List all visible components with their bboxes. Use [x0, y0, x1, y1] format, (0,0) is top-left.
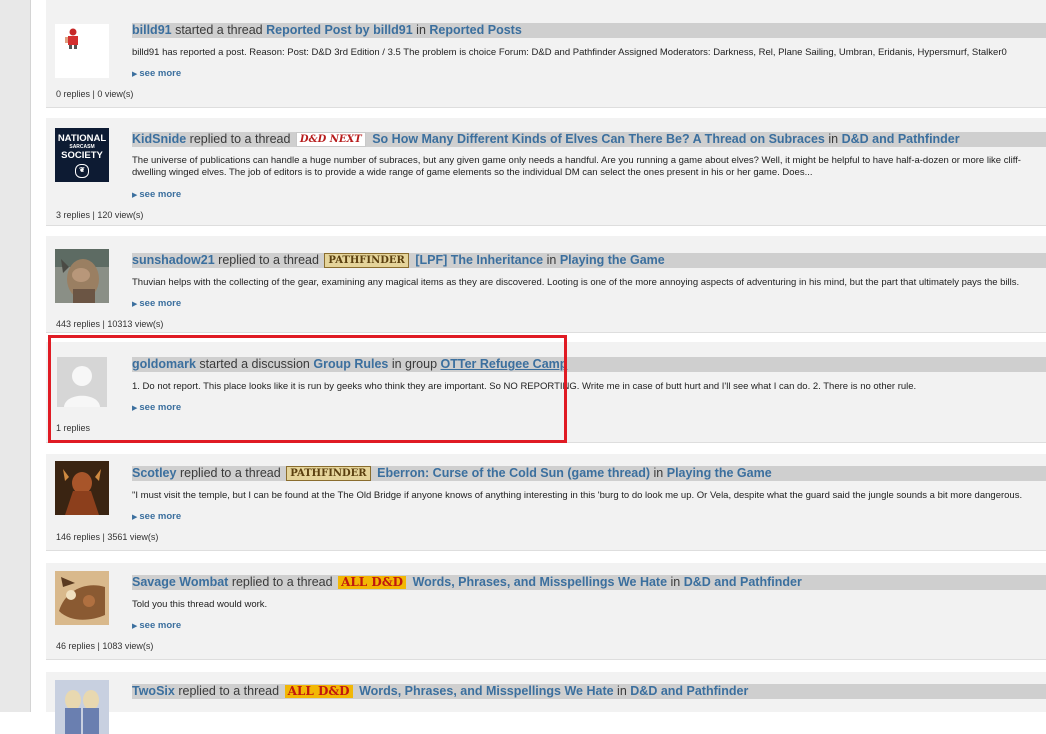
post-snippet: Thuvian helps with the collecting of the… — [132, 277, 1020, 288]
avatar-scotley[interactable] — [55, 461, 109, 515]
group-link[interactable]: OTTer Refugee Camp — [441, 357, 568, 371]
user-link[interactable]: Scotley — [132, 466, 176, 480]
avatar-twosix[interactable] — [55, 680, 109, 734]
activity-item: Scotley replied to a thread PATHFINDER E… — [46, 454, 1046, 551]
reply-view-stats: 443 replies | 10313 view(s) — [56, 319, 164, 329]
activity-stream: billd91 started a thread Reported Post b… — [46, 0, 1046, 734]
post-snippet: The universe of publications can handle … — [132, 155, 1021, 178]
user-link[interactable]: Savage Wombat — [132, 575, 228, 589]
activity-header: TwoSix replied to a thread ALL D&D Words… — [132, 684, 1046, 699]
prefix-badge-all-dnd: ALL D&D — [338, 576, 407, 590]
avatar-default[interactable] — [57, 357, 107, 407]
thread-title-link[interactable]: [LPF] The Inheritance — [415, 253, 543, 267]
user-link[interactable]: billd91 — [132, 23, 172, 37]
activity-header: billd91 started a thread Reported Post b… — [132, 23, 1046, 38]
activity-header: Savage Wombat replied to a thread ALL D&… — [132, 575, 1046, 590]
avatar-billd91[interactable] — [55, 24, 109, 78]
triangle-right-icon: ▶ — [132, 514, 138, 521]
activity-header: KidSnide replied to a thread D&D NEXT So… — [132, 132, 1046, 147]
emblem-icon: ❦ — [75, 164, 89, 178]
triangle-right-icon: ▶ — [132, 405, 138, 412]
left-rail-border — [30, 0, 31, 712]
avatar-sunshadow21[interactable] — [55, 249, 109, 303]
prefix-badge-all-dnd: ALL D&D — [284, 685, 353, 699]
post-snippet: "I must visit the temple, but I can be f… — [132, 490, 1023, 501]
see-more-link[interactable]: ▶ see more — [132, 68, 181, 79]
activity-item: Savage Wombat replied to a thread ALL D&… — [46, 563, 1046, 660]
in-text: in — [670, 575, 681, 589]
post-snippet: Told you this thread would work. — [132, 599, 268, 610]
see-more-link[interactable]: ▶ see more — [132, 620, 181, 631]
reply-view-stats: 0 replies | 0 view(s) — [56, 89, 134, 99]
triangle-right-icon: ▶ — [132, 623, 138, 630]
action-text: replied to a thread — [189, 132, 291, 146]
forum-link[interactable]: D&D and Pathfinder — [630, 684, 748, 698]
forum-link[interactable]: Playing the Game — [560, 253, 665, 267]
activity-item: billd91 started a thread Reported Post b… — [46, 0, 1046, 108]
reply-view-stats: 46 replies | 1083 view(s) — [56, 641, 154, 651]
thread-title-link[interactable]: Eberron: Curse of the Cold Sun (game thr… — [377, 466, 650, 480]
activity-header: goldomark started a discussion Group Rul… — [132, 357, 1046, 372]
action-text: replied to a thread — [178, 684, 280, 698]
reply-view-stats: 146 replies | 3561 view(s) — [56, 532, 159, 542]
thread-title-link[interactable]: Words, Phrases, and Misspellings We Hate — [359, 684, 613, 698]
left-rail — [0, 0, 30, 712]
in-text: in — [653, 466, 664, 480]
forum-link[interactable]: Playing the Game — [667, 466, 772, 480]
see-more-link[interactable]: ▶ see more — [132, 511, 181, 522]
thread-title-link[interactable]: So How Many Different Kinds of Elves Can… — [372, 132, 825, 146]
triangle-right-icon: ▶ — [132, 301, 138, 308]
action-text: started a thread — [175, 23, 263, 37]
action-text: replied to a thread — [179, 466, 281, 480]
thread-title-link[interactable]: Words, Phrases, and Misspellings We Hate — [413, 575, 667, 589]
triangle-right-icon: ▶ — [132, 192, 138, 199]
in-text: in — [617, 684, 627, 698]
forum-link[interactable]: Reported Posts — [429, 23, 521, 37]
avatar-savage-wombat[interactable] — [55, 571, 109, 625]
prefix-badge-pathfinder: PATHFINDER — [286, 466, 371, 481]
activity-header: sunshadow21 replied to a thread PATHFIND… — [132, 253, 1046, 268]
in-group-text: in group — [391, 357, 438, 371]
activity-item: sunshadow21 replied to a thread PATHFIND… — [46, 236, 1046, 333]
activity-item: TwoSix replied to a thread ALL D&D Words… — [46, 672, 1046, 734]
activity-item: NATIONAL SARCASM SOCIETY ❦ KidSnide repl… — [46, 118, 1046, 226]
reply-stats: 1 replies — [56, 423, 91, 433]
post-snippet: billd91 has reported a post. Reason: Pos… — [132, 47, 1007, 58]
activity-header: Scotley replied to a thread PATHFINDER E… — [132, 466, 1046, 481]
prefix-badge-pathfinder: PATHFINDER — [324, 253, 409, 268]
action-text: replied to a thread — [218, 253, 319, 267]
see-more-link[interactable]: ▶ see more — [132, 189, 181, 200]
discussion-title-link[interactable]: Group Rules — [313, 357, 388, 371]
reply-view-stats: 3 replies | 120 view(s) — [56, 210, 144, 220]
forum-link[interactable]: D&D and Pathfinder — [684, 575, 802, 589]
thread-title-link[interactable]: Reported Post by billd91 — [266, 23, 413, 37]
in-text: in — [416, 23, 426, 37]
user-link[interactable]: TwoSix — [132, 684, 175, 698]
avatar-kidsnide[interactable]: NATIONAL SARCASM SOCIETY ❦ — [55, 128, 109, 182]
activity-item: goldomark started a discussion Group Rul… — [46, 342, 1046, 443]
triangle-right-icon: ▶ — [132, 71, 138, 78]
forum-link[interactable]: D&D and Pathfinder — [842, 132, 960, 146]
user-link[interactable]: sunshadow21 — [132, 253, 215, 267]
prefix-badge-dnd-next: D&D NEXT — [295, 132, 366, 147]
user-link[interactable]: goldomark — [132, 357, 196, 371]
action-text: replied to a thread — [231, 575, 333, 589]
in-text: in — [828, 132, 839, 146]
user-link[interactable]: KidSnide — [132, 132, 186, 146]
in-text: in — [546, 253, 557, 267]
see-more-link[interactable]: ▶ see more — [132, 298, 181, 309]
see-more-link[interactable]: ▶ see more — [132, 402, 181, 413]
post-snippet: 1. Do not report. This place looks like … — [132, 381, 917, 392]
action-text: started a discussion — [199, 357, 310, 371]
